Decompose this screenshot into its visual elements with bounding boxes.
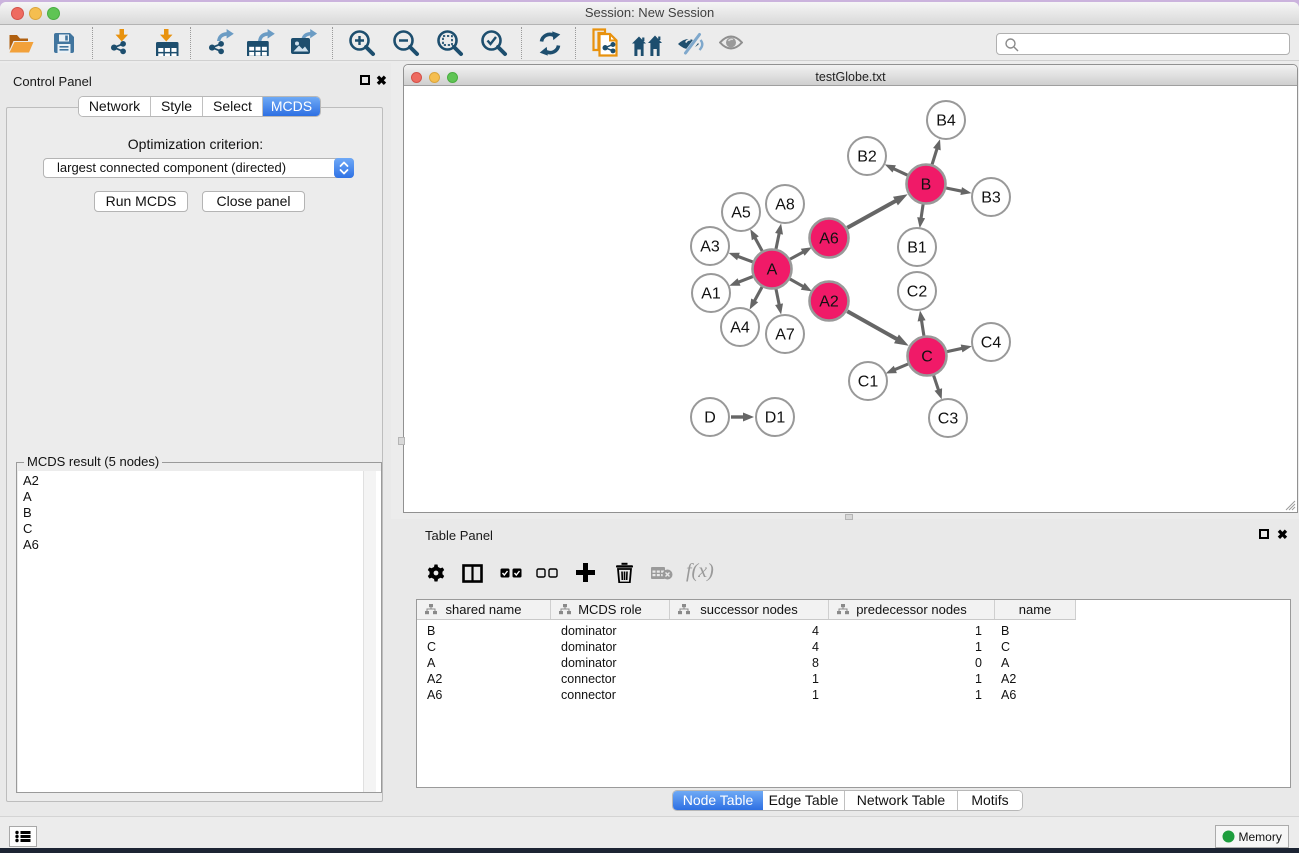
svg-text:A4: A4 (730, 320, 750, 337)
svg-text:A5: A5 (731, 205, 751, 222)
svg-text:D1: D1 (765, 410, 786, 427)
svg-text:A8: A8 (775, 197, 795, 214)
svg-text:A6: A6 (819, 231, 839, 248)
svg-text:A3: A3 (700, 239, 720, 256)
svg-text:B3: B3 (981, 190, 1001, 207)
svg-text:B4: B4 (936, 113, 956, 130)
svg-text:B1: B1 (907, 240, 927, 257)
svg-text:C3: C3 (938, 411, 959, 428)
svg-text:A: A (767, 262, 778, 279)
svg-text:B: B (921, 177, 932, 194)
svg-text:B2: B2 (857, 149, 877, 166)
svg-text:C4: C4 (981, 335, 1002, 352)
svg-text:A7: A7 (775, 327, 795, 344)
svg-text:A2: A2 (819, 294, 839, 311)
svg-text:C1: C1 (858, 374, 879, 391)
svg-text:C: C (921, 349, 933, 366)
svg-text:C2: C2 (907, 284, 928, 301)
svg-text:A1: A1 (701, 286, 721, 303)
svg-text:D: D (704, 410, 716, 427)
